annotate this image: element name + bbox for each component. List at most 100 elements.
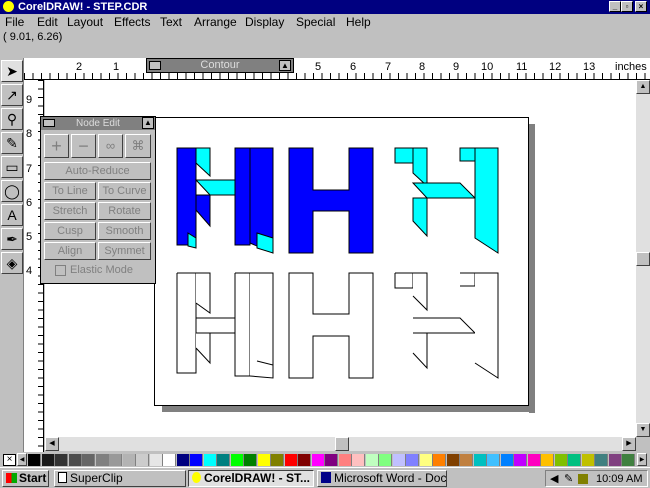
color-swatch[interactable]	[392, 454, 406, 466]
color-swatch[interactable]	[136, 454, 149, 466]
scroll-thumb[interactable]	[335, 437, 349, 451]
text-tool-icon[interactable]: A	[1, 204, 23, 226]
color-swatch[interactable]	[95, 454, 109, 466]
task-word[interactable]: Microsoft Word - Doc...	[317, 470, 447, 487]
minimize-icon[interactable]: _	[609, 1, 621, 12]
symmetrical-button[interactable]: Symmet	[98, 242, 151, 260]
color-swatch[interactable]	[311, 454, 325, 466]
palette-right-icon[interactable]: ▶	[637, 453, 647, 466]
drawing-page[interactable]	[154, 117, 529, 406]
artwork[interactable]	[155, 118, 530, 407]
scroll-right-icon[interactable]: ▶	[622, 437, 636, 451]
color-swatch[interactable]	[230, 454, 244, 466]
pen-icon[interactable]: ✎	[564, 472, 573, 487]
to-line-button[interactable]: To Line	[44, 182, 96, 200]
color-swatch[interactable]	[190, 454, 203, 466]
fill-tool-icon[interactable]: ◈	[1, 252, 23, 274]
color-swatch[interactable]	[149, 454, 163, 466]
vertical-scrollbar[interactable]: ▲ ▼	[636, 80, 650, 437]
node-edit-roll-up[interactable]: Node Edit ▲ + − ∞ ⌘ Auto-Reduce To Line …	[40, 116, 156, 284]
to-curve-button[interactable]: To Curve	[98, 182, 151, 200]
rectangle-tool-icon[interactable]: ▭	[1, 156, 23, 178]
color-swatch[interactable]	[433, 454, 446, 466]
color-swatch[interactable]	[527, 454, 541, 466]
menu-text[interactable]: Text	[160, 15, 182, 29]
menu-special[interactable]: Special	[296, 15, 335, 29]
color-swatch[interactable]	[595, 454, 608, 466]
scroll-down-icon[interactable]: ▼	[636, 423, 650, 437]
color-swatch[interactable]	[581, 454, 595, 466]
color-swatch[interactable]	[217, 454, 230, 466]
color-swatch[interactable]	[28, 454, 41, 466]
color-swatch[interactable]	[271, 454, 284, 466]
rollup-arrow-icon[interactable]: ▲	[279, 60, 291, 71]
outline-extruded-h[interactable]	[176, 272, 274, 379]
color-swatch[interactable]	[622, 454, 635, 466]
start-button[interactable]: Start	[2, 470, 49, 487]
color-swatch[interactable]	[554, 454, 568, 466]
color-palette[interactable]: × ◀ ▶	[0, 452, 650, 467]
rollup-arrow-icon[interactable]: ▲	[142, 117, 154, 129]
color-swatch[interactable]	[41, 454, 55, 466]
elastic-mode-checkbox[interactable]	[55, 265, 66, 276]
menu-arrange[interactable]: Arrange	[194, 15, 237, 29]
color-swatch[interactable]	[82, 454, 95, 466]
menu-effects[interactable]: Effects	[114, 15, 150, 29]
stretch-button[interactable]: Stretch	[44, 202, 96, 220]
color-swatch[interactable]	[176, 454, 190, 466]
close-icon[interactable]: ×	[635, 1, 647, 12]
ellipse-tool-icon[interactable]: ◯	[1, 180, 23, 202]
color-swatch[interactable]	[379, 454, 392, 466]
pick-tool-icon[interactable]: ➤	[1, 60, 23, 82]
menu-layout[interactable]: Layout	[67, 15, 103, 29]
color-swatch[interactable]	[298, 454, 311, 466]
auto-reduce-button[interactable]: Auto-Reduce	[44, 162, 151, 180]
cusp-button[interactable]: Cusp	[44, 222, 96, 240]
color-swatch[interactable]	[514, 454, 527, 466]
color-swatch[interactable]	[109, 454, 122, 466]
zoom-tool-icon[interactable]: ⚲	[1, 108, 23, 130]
color-swatch[interactable]	[541, 454, 554, 466]
color-swatch[interactable]	[406, 454, 419, 466]
color-swatch[interactable]	[473, 454, 487, 466]
task-coreldraw[interactable]: CorelDRAW! - ST...	[188, 470, 314, 487]
smooth-button[interactable]: Smooth	[98, 222, 151, 240]
battery-icon[interactable]	[578, 474, 588, 484]
contour-roll-up[interactable]: Contour ▲	[146, 58, 294, 73]
color-swatch[interactable]	[163, 454, 176, 466]
shape-tool-icon[interactable]: ↗	[1, 84, 23, 106]
color-swatch[interactable]	[419, 454, 433, 466]
palette-left-icon[interactable]: ◀	[17, 453, 27, 466]
speaker-icon[interactable]: ◀	[550, 472, 558, 487]
color-swatch[interactable]	[284, 454, 298, 466]
color-swatch[interactable]	[460, 454, 473, 466]
color-swatch[interactable]	[257, 454, 271, 466]
color-swatch[interactable]	[325, 454, 338, 466]
add-node-icon[interactable]: +	[44, 134, 69, 158]
color-swatch[interactable]	[487, 454, 500, 466]
pencil-tool-icon[interactable]: ✎	[1, 132, 23, 154]
no-fill-icon[interactable]: ×	[3, 454, 16, 466]
menu-help[interactable]: Help	[346, 15, 371, 29]
outline-h[interactable]	[288, 272, 374, 379]
rotate-button[interactable]: Rotate	[98, 202, 151, 220]
color-swatch[interactable]	[55, 454, 68, 466]
app-icon[interactable]	[3, 1, 14, 12]
menu-display[interactable]: Display	[245, 15, 284, 29]
scroll-thumb[interactable]	[636, 252, 650, 266]
color-swatch[interactable]	[244, 454, 257, 466]
restore-icon[interactable]: ▫	[621, 1, 633, 12]
scroll-up-icon[interactable]: ▲	[636, 80, 650, 94]
palette-swatches[interactable]	[28, 452, 636, 467]
scroll-left-icon[interactable]: ◀	[45, 437, 59, 451]
color-swatch[interactable]	[500, 454, 514, 466]
menu-file[interactable]: File	[5, 15, 24, 29]
task-superclip[interactable]: SuperClip	[54, 470, 186, 487]
rollup-menu-icon[interactable]	[43, 119, 55, 127]
color-swatch[interactable]	[568, 454, 581, 466]
break-node-icon[interactable]: ⌘	[125, 134, 151, 158]
delete-node-icon[interactable]: −	[71, 134, 96, 158]
color-swatch[interactable]	[122, 454, 136, 466]
color-swatch[interactable]	[365, 454, 379, 466]
outline-extruded-h[interactable]	[394, 272, 499, 379]
